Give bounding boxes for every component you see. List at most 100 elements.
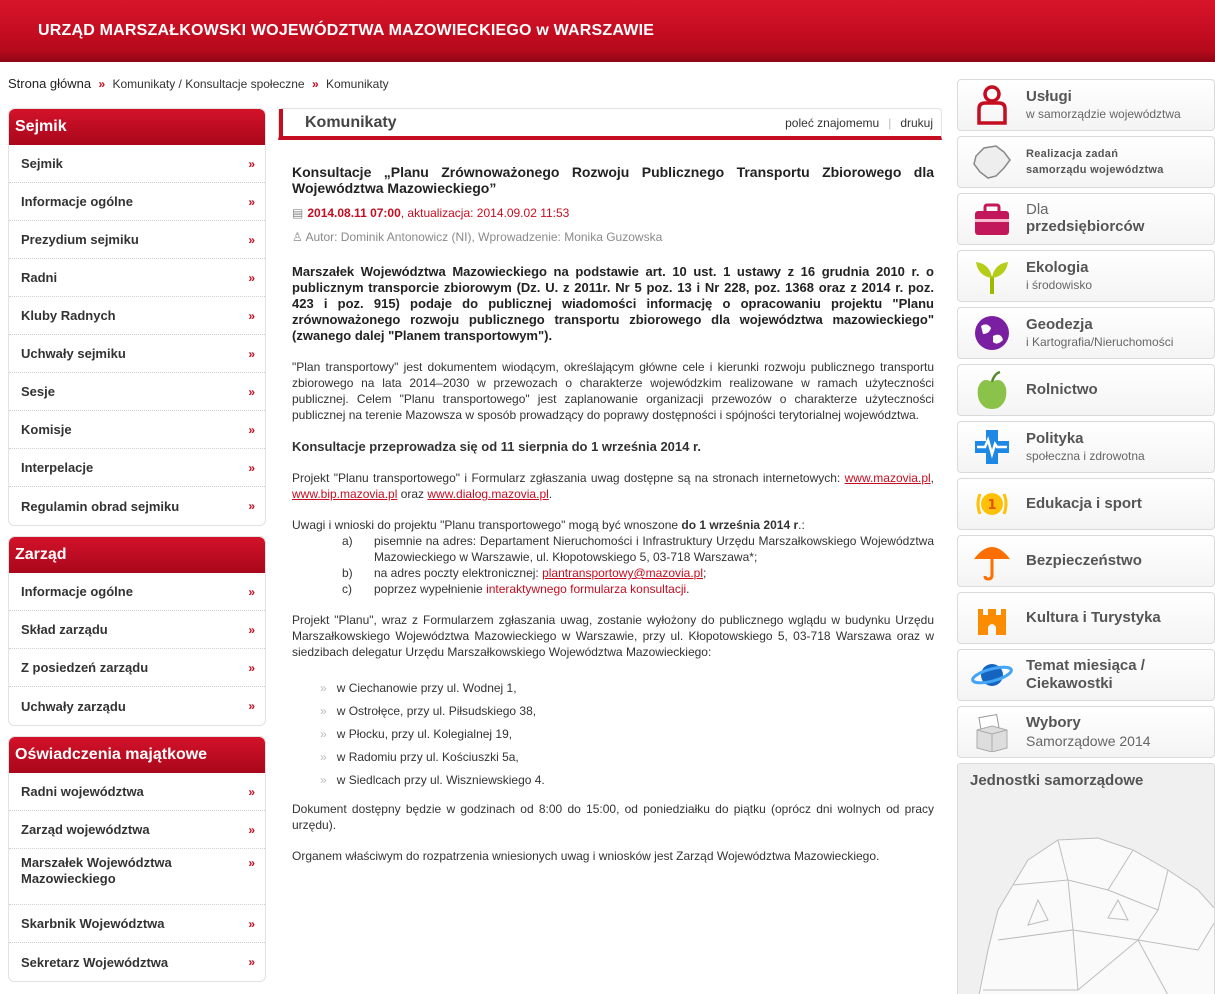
- sidebar-item-skarbnik-województwa[interactable]: Skarbnik Województwa »: [9, 905, 265, 943]
- sidebar-item-label: Interpelacje: [21, 460, 94, 475]
- dialog-mazovia-link[interactable]: www.dialog.mazovia.pl: [427, 487, 548, 501]
- sidebar-item-interpelacje[interactable]: Interpelacje »: [9, 449, 265, 487]
- sidebar-item-radni[interactable]: Radni »: [9, 259, 265, 297]
- print-link[interactable]: drukuj: [900, 116, 933, 130]
- units-title: Jednostki samorządowe: [970, 772, 1144, 789]
- sidebar-item-skład-zarządu[interactable]: Skład zarządu »: [9, 611, 265, 649]
- category-tile-text: Wybory Samorządowe 2014: [1026, 714, 1151, 750]
- chevron-right-icon: »: [248, 584, 255, 599]
- sidebar-item-prezydium-sejmiku[interactable]: Prezydium sejmiku »: [9, 221, 265, 259]
- content-actions: poleć znajomemu | drukuj: [785, 116, 933, 130]
- sidebar-item-zarząd-województwa[interactable]: Zarząd województwa »: [9, 811, 265, 849]
- category-tile-subtitle: społeczna i zdrowotna: [1026, 449, 1145, 463]
- consultation-period: Konsultacje przeprowadza się od 11 sierp…: [292, 439, 701, 454]
- sidebar-item-label: Informacje ogólne: [21, 584, 133, 599]
- category-tile-title: Bezpieczeństwo: [1026, 552, 1142, 569]
- breadcrumb-separator: »: [311, 77, 319, 91]
- links-intro: Projekt "Planu transportowego" i Formula…: [292, 471, 845, 485]
- right-sidebar: Usługi w samorządzie województwa Realizacj…: [957, 79, 1215, 994]
- category-tile-dla[interactable]: Dla przedsiębiorców: [957, 193, 1215, 245]
- chevron-right-icon: »: [248, 822, 255, 837]
- category-tile-bezpieczeństwo[interactable]: Bezpieczeństwo: [957, 535, 1215, 587]
- location-item: w Ostrołęce, przy ul. Piłsudskiego 38,: [320, 703, 934, 726]
- sidebar-item-marszałek-województwa-mazowieckiego[interactable]: Marszałek Województwa Mazowieckiego »: [9, 849, 265, 905]
- chevron-right-icon: »: [248, 422, 255, 437]
- location-item: w Płocku, przy ul. Kolegialnej 19,: [320, 726, 934, 749]
- category-tile-geodezja[interactable]: Geodezja i Kartografia/Nieruchomości: [957, 307, 1215, 359]
- actions-divider: |: [888, 115, 892, 130]
- sidebar-item-komisje[interactable]: Komisje »: [9, 411, 265, 449]
- sejmik-menu: Sejmik Sejmik» Informacje ogólne» Prezydiu…: [8, 108, 266, 526]
- category-tile-usługi[interactable]: Usługi w samorządzie województwa: [957, 79, 1215, 131]
- submission-end: .:: [798, 518, 805, 532]
- option-letter: a): [342, 534, 353, 548]
- site-title[interactable]: URZĄD MARSZAŁKOWSKI WOJEWÓDZTWA MAZOWIEC…: [38, 22, 654, 40]
- chevron-right-icon: »: [248, 270, 255, 285]
- email-link[interactable]: plantransportowy@mazovia.pl: [542, 566, 703, 580]
- category-tile-temat[interactable]: Temat miesiąca / Ciekawostki: [957, 649, 1215, 701]
- article-paragraph: "Plan transportowy" jest dokumentem wiod…: [292, 360, 934, 422]
- breadcrumb-current[interactable]: Komunikaty: [326, 77, 389, 91]
- sidebar-item-label: Marszałek Województwa Mazowieckiego: [21, 855, 172, 886]
- category-tile-text: Usługi w samorządzie województwa: [1026, 88, 1181, 122]
- breadcrumb-consultations[interactable]: Komunikaty / Konsultacje społeczne: [113, 77, 305, 91]
- sidebar-item-sesje[interactable]: Sesje »: [9, 373, 265, 411]
- content-tab-title: Komunikaty: [305, 113, 397, 131]
- category-tile-text: Rolnictwo: [1026, 381, 1098, 399]
- option-postal: a) pisemnie na adres: Departament Nieruch…: [342, 533, 934, 565]
- sidebar-item-z-posiedzeń-zarządu[interactable]: Z posiedzeń zarządu »: [9, 649, 265, 687]
- option-form: c) poprzez wypełnienie interaktywnego for…: [342, 581, 934, 597]
- chevron-right-icon: »: [248, 460, 255, 475]
- globe-icon: [958, 311, 1026, 355]
- sidebar-item-label: Kluby Radnych: [21, 308, 116, 323]
- sidebar-item-informacje-ogólne[interactable]: Informacje ogólne »: [9, 183, 265, 221]
- option-postal-text: pisemnie na adres: Departament Nieruchom…: [374, 534, 934, 564]
- breadcrumb-home[interactable]: Strona główna: [8, 76, 91, 91]
- chevron-right-icon: »: [248, 346, 255, 361]
- sidebar-item-kluby-radnych[interactable]: Kluby Radnych »: [9, 297, 265, 335]
- category-tile-ekologia[interactable]: Ekologia i środowisko: [957, 250, 1215, 302]
- option-email: b) na adres poczty elektronicznej: plantr…: [342, 565, 934, 581]
- option-letter: b): [342, 566, 353, 580]
- category-tile-rolnictwo[interactable]: Rolnictwo: [957, 364, 1215, 416]
- location-item: w Radomiu przy ul. Kościuszki 5a,: [320, 749, 934, 772]
- article-title: Konsultacje „Planu Zrównoważonego Rozwoj…: [292, 164, 934, 196]
- period: .: [548, 487, 553, 501]
- chevron-right-icon: »: [248, 784, 255, 799]
- category-tile-text: Bezpieczeństwo: [1026, 552, 1142, 570]
- sidebar-item-uchwały-sejmiku[interactable]: Uchwały sejmiku »: [9, 335, 265, 373]
- sidebar-item-label: Skarbnik Województwa: [21, 916, 165, 931]
- category-tile-realizacja[interactable]: Realizacja zadań samorządu województwa: [957, 136, 1215, 188]
- category-tile-title: Wybory: [1026, 714, 1081, 731]
- mazovia-link[interactable]: www.mazovia.pl: [845, 471, 931, 485]
- category-tile-title: Kultura i Turystyka: [1026, 609, 1161, 626]
- sidebar-item-label: Informacje ogólne: [21, 194, 133, 209]
- main-content: Komunikaty poleć znajomemu | drukuj Konsul…: [278, 108, 942, 994]
- article-author-text: Autor: Dominik Antonowicz (NI), Wprowadz…: [305, 230, 663, 244]
- calendar-icon: ▤: [292, 206, 304, 220]
- map-icon: [958, 140, 1026, 184]
- form-link[interactable]: interaktywnego formularza konsultacji: [486, 582, 686, 596]
- sidebar-item-informacje-ogólne[interactable]: Informacje ogólne »: [9, 573, 265, 611]
- category-tile-title: Geodezja: [1026, 316, 1093, 333]
- sidebar-item-label: Uchwały sejmiku: [21, 346, 126, 361]
- recommend-link[interactable]: poleć znajomemu: [785, 116, 879, 130]
- article-paragraph: Organem właściwym do rozpatrzenia wniesi…: [292, 849, 880, 863]
- article-update-date: , aktualizacja: 2014.09.02 11:53: [400, 206, 570, 220]
- left-sidebar: Sejmik Sejmik» Informacje ogólne» Prezydiu…: [8, 108, 266, 992]
- bip-mazovia-link[interactable]: www.bip.mazovia.pl: [292, 487, 397, 501]
- category-tile-edukacja[interactable]: 1 Edukacja i sport: [957, 478, 1215, 530]
- sidebar-item-sejmik[interactable]: Sejmik »: [9, 145, 265, 183]
- chevron-right-icon: »: [248, 856, 255, 870]
- category-tile-text: Dla przedsiębiorców: [1026, 202, 1144, 236]
- sidebar-item-uchwały-zarządu[interactable]: Uchwały zarządu »: [9, 687, 265, 725]
- category-tile-wybory[interactable]: Wybory Samorządowe 2014: [957, 706, 1215, 758]
- sidebar-item-radni-województwa[interactable]: Radni województwa »: [9, 773, 265, 811]
- article-paragraph: Dokument dostępny będzie w godzinach od …: [292, 802, 934, 832]
- category-tile-kultura[interactable]: Kultura i Turystyka: [957, 592, 1215, 644]
- category-tile-polityka[interactable]: Polityka społeczna i zdrowotna: [957, 421, 1215, 473]
- mazovia-map-icon[interactable]: [958, 800, 1215, 994]
- sidebar-item-sekretarz-województwa[interactable]: Sekretarz Województwa »: [9, 943, 265, 981]
- chevron-right-icon: »: [248, 156, 255, 171]
- sidebar-item-regulamin-obrad-sejmiku[interactable]: Regulamin obrad sejmiku »: [9, 487, 265, 525]
